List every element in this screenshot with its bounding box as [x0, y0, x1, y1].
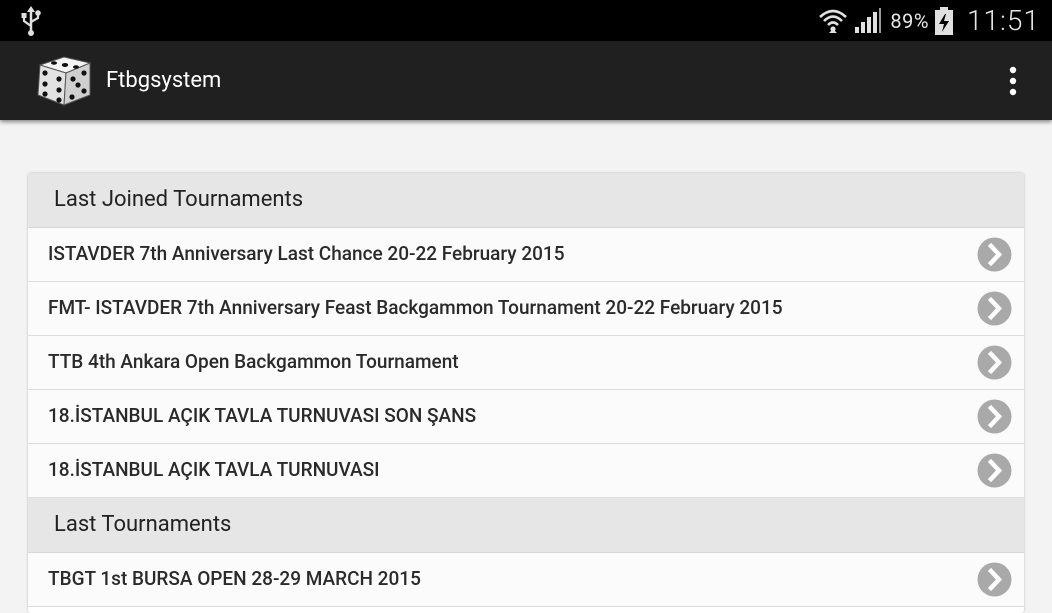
- chevron-right-icon[interactable]: [977, 345, 1012, 380]
- overflow-menu-icon[interactable]: [998, 65, 1028, 97]
- signal-icon: [855, 7, 882, 33]
- usb-icon: [21, 6, 41, 36]
- dice-icon[interactable]: [34, 49, 96, 111]
- tournament-name: TTB 4th Ankara Open Backgammon Tournamen…: [48, 350, 459, 373]
- list-item[interactable]: TBGT 1st BURSA OPEN 28-29 MARCH 2015: [28, 553, 1024, 607]
- tournament-name: FMT- ISTAVDER 7th Anniversary Feast Back…: [48, 296, 783, 319]
- chevron-right-icon[interactable]: [977, 291, 1012, 326]
- tournament-list-card: Last Joined Tournaments ISTAVDER 7th Ann…: [28, 173, 1024, 613]
- battery-percent: 89%: [890, 8, 929, 33]
- wifi-icon: [819, 9, 848, 33]
- list-item[interactable]: FMT- ISTAVDER 7th Anniversary Feast Back…: [28, 282, 1024, 336]
- section-header-last-joined: Last Joined Tournaments: [28, 173, 1024, 228]
- tournament-name: TBGT 1st BURSA OPEN 28-29 MARCH 2015: [48, 567, 421, 590]
- list-item[interactable]: 18.İSTANBUL AÇIK TAVLA TURNUVASI SON ŞAN…: [28, 390, 1024, 444]
- chevron-right-icon[interactable]: [977, 399, 1012, 434]
- list-item[interactable]: 18.İSTANBUL AÇIK TAVLA TURNUVASI: [28, 444, 1024, 498]
- action-bar: Ftbgsystem: [0, 41, 1052, 120]
- list-item[interactable]: ISTAVDER 7th Anniversary Last Chance 20-…: [28, 228, 1024, 282]
- chevron-right-icon[interactable]: [977, 237, 1012, 272]
- tournament-name: ISTAVDER 7th Anniversary Last Chance 20-…: [48, 242, 565, 265]
- tournament-name: 18.İSTANBUL AÇIK TAVLA TURNUVASI SON ŞAN…: [48, 404, 477, 427]
- section-header-last-tournaments: Last Tournaments: [28, 498, 1024, 553]
- clock: 11:51: [966, 4, 1040, 37]
- list-item[interactable]: TTB 4th Ankara Open Backgammon Tournamen…: [28, 336, 1024, 390]
- battery-charging-icon: [934, 6, 953, 35]
- status-bar: 89% 11:51: [0, 0, 1052, 41]
- app-title: Ftbgsystem: [106, 68, 222, 93]
- tournament-name: 18.İSTANBUL AÇIK TAVLA TURNUVASI: [48, 458, 380, 481]
- chevron-right-icon[interactable]: [977, 453, 1012, 488]
